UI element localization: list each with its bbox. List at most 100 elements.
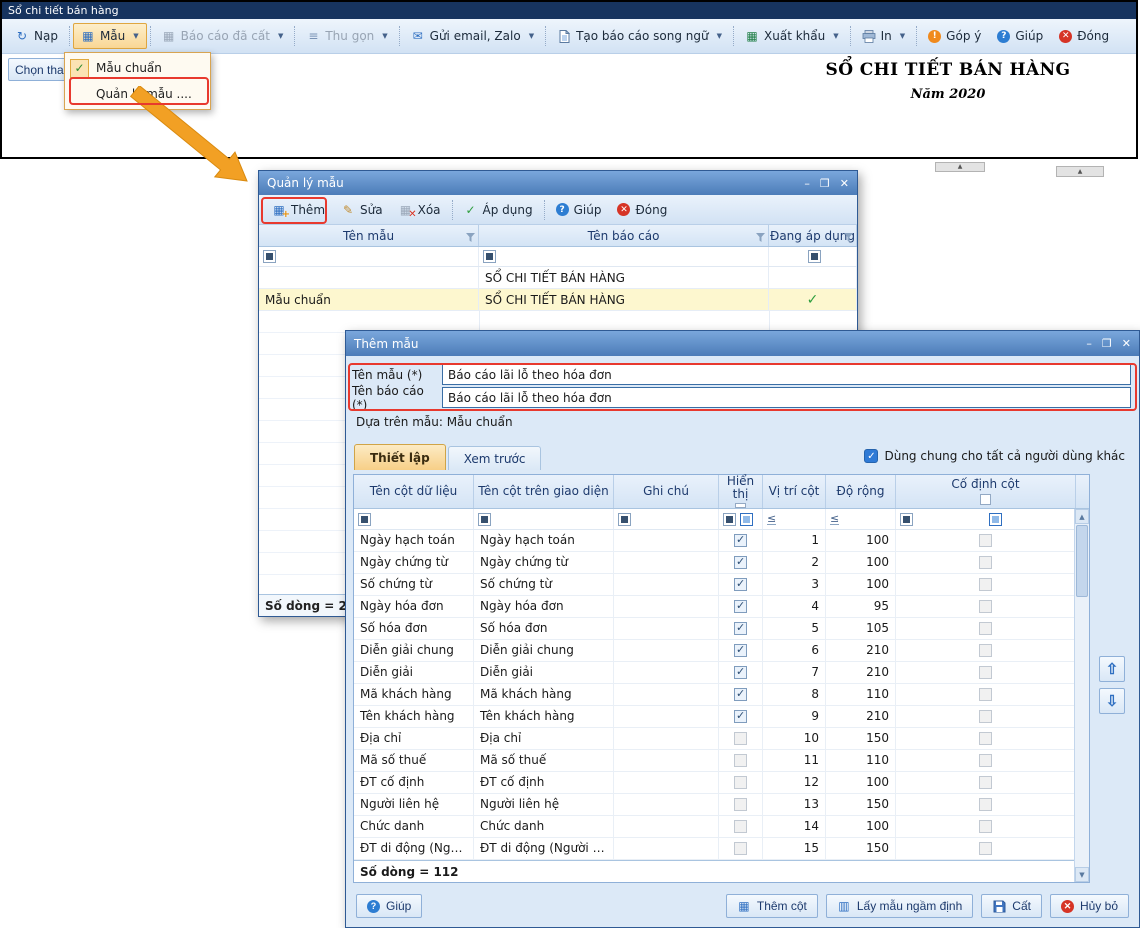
filter-cell[interactable]: ≤ xyxy=(826,509,896,529)
column-header-position[interactable]: Vị trí cột xyxy=(763,475,826,508)
column-header-note[interactable]: Ghi chú xyxy=(614,475,719,508)
template-button[interactable]: ▦ Mẫu ▼ xyxy=(73,23,147,49)
visible-checkbox[interactable] xyxy=(734,732,747,745)
minimize-icon[interactable]: – xyxy=(1086,338,1092,349)
close-icon[interactable]: ✕ xyxy=(840,178,849,189)
filter-cell[interactable] xyxy=(259,247,479,266)
add-titlebar[interactable]: Thêm mẫu – ❐ ✕ xyxy=(346,331,1139,356)
filter-cell[interactable] xyxy=(479,247,769,266)
visible-checkbox[interactable] xyxy=(734,622,747,635)
export-button[interactable]: ▦ Xuất khẩu ▼ xyxy=(737,23,847,49)
column-row[interactable]: Số chứng từSố chứng từ3100 xyxy=(354,574,1089,596)
filter-cell[interactable] xyxy=(354,509,474,529)
maximize-icon[interactable]: ❐ xyxy=(1102,338,1112,349)
visible-checkbox[interactable] xyxy=(734,710,747,723)
column-header-ui-col[interactable]: Tên cột trên giao diện xyxy=(474,475,614,508)
tab-xem-truoc[interactable]: Xem trước xyxy=(448,446,542,470)
fixed-checkbox[interactable] xyxy=(979,556,992,569)
scroll-down-icon[interactable]: ▼ xyxy=(1075,867,1089,882)
delete-template-button[interactable]: ▦✕ Xóa xyxy=(391,199,449,221)
less-equal-filter-icon[interactable]: ≤ xyxy=(767,513,776,525)
visible-checkbox[interactable] xyxy=(734,820,747,833)
fixed-checkbox[interactable] xyxy=(979,798,992,811)
column-header-width[interactable]: Độ rộng xyxy=(826,475,896,508)
filter-cell[interactable] xyxy=(719,509,763,529)
visible-checkbox[interactable] xyxy=(734,688,747,701)
move-row-down-button[interactable]: ⇩ xyxy=(1099,688,1125,714)
save-button[interactable]: Cất xyxy=(981,894,1042,918)
template-row[interactable]: SỔ CHI TIẾT BÁN HÀNG xyxy=(259,267,857,289)
choose-parameters-button[interactable]: Chọn tha xyxy=(8,58,72,81)
template-row[interactable]: Mẫu chuẩnSỔ CHI TIẾT BÁN HÀNG✓ xyxy=(259,289,857,311)
filter-cell[interactable] xyxy=(614,509,719,529)
filter-box-icon[interactable] xyxy=(483,250,496,263)
select-all-visible-checkbox[interactable] xyxy=(735,503,746,508)
ten-mau-input[interactable] xyxy=(442,364,1131,385)
column-header-ten-mau[interactable]: Tên mẫu xyxy=(259,225,479,246)
manage-titlebar[interactable]: Quản lý mẫu – ❐ ✕ xyxy=(259,171,857,195)
feedback-button[interactable]: ! Góp ý xyxy=(920,23,989,49)
column-header-ten-bao-cao[interactable]: Tên báo cáo xyxy=(479,225,769,246)
column-row[interactable]: ĐT cố địnhĐT cố định12100 xyxy=(354,772,1089,794)
filter-box-icon[interactable] xyxy=(989,513,1002,526)
add-help-button[interactable]: ? Giúp xyxy=(356,894,422,918)
menu-item-quan-ly-mau[interactable]: Quản lý mẫu .... xyxy=(67,81,208,107)
close-icon[interactable]: ✕ xyxy=(1122,338,1131,349)
filter-box-icon[interactable] xyxy=(808,250,821,263)
column-row[interactable]: Số hóa đơnSố hóa đơn5105 xyxy=(354,618,1089,640)
main-titlebar[interactable]: Sổ chi tiết bán hàng xyxy=(2,2,1136,19)
bilingual-report-button[interactable]: Tạo báo cáo song ngữ ▼ xyxy=(549,23,730,49)
visible-checkbox[interactable] xyxy=(734,578,747,591)
fixed-checkbox[interactable] xyxy=(979,600,992,613)
share-checkbox[interactable]: ✓ xyxy=(864,449,878,463)
ten-bao-cao-input[interactable] xyxy=(442,387,1131,408)
filter-box-icon[interactable] xyxy=(740,513,753,526)
minimize-icon[interactable]: – xyxy=(804,178,810,189)
manage-close-button[interactable]: ✕ Đóng xyxy=(609,199,675,221)
column-row[interactable]: Ngày hóa đơnNgày hóa đơn495 xyxy=(354,596,1089,618)
visible-checkbox[interactable] xyxy=(734,644,747,657)
column-row[interactable]: ĐT di động (Người liên hệ)ĐT di động (Ng… xyxy=(354,838,1089,860)
column-row[interactable]: Mã khách hàngMã khách hàng8110 xyxy=(354,684,1089,706)
fixed-checkbox[interactable] xyxy=(979,754,992,767)
visible-checkbox[interactable] xyxy=(734,798,747,811)
visible-checkbox[interactable] xyxy=(734,600,747,613)
column-row[interactable]: Người liên hệNgười liên hệ13150 xyxy=(354,794,1089,816)
filter-cell[interactable] xyxy=(896,509,1076,529)
move-row-up-button[interactable]: ⇧ xyxy=(1099,656,1125,682)
column-row[interactable]: Tên khách hàngTên khách hàng9210 xyxy=(354,706,1089,728)
panel-collapse-handle[interactable]: ▲ xyxy=(1056,166,1104,177)
fixed-checkbox[interactable] xyxy=(979,666,992,679)
filter-box-icon[interactable] xyxy=(478,513,491,526)
filter-cell[interactable] xyxy=(474,509,614,529)
print-button[interactable]: In ▼ xyxy=(854,23,914,49)
column-header-data-col[interactable]: Tên cột dữ liệu xyxy=(354,475,474,508)
filter-pin-icon[interactable] xyxy=(844,231,853,245)
filter-box-icon[interactable] xyxy=(618,513,631,526)
panel-collapse-handle[interactable]: ▲ xyxy=(935,162,985,172)
filter-cell[interactable]: ≤ xyxy=(763,509,826,529)
add-template-button[interactable]: ▦+ Thêm xyxy=(264,199,333,221)
visible-checkbox[interactable] xyxy=(734,776,747,789)
share-checkbox-row[interactable]: ✓ Dùng chung cho tất cả người dùng khác xyxy=(864,449,1125,463)
fixed-checkbox[interactable] xyxy=(979,710,992,723)
filter-box-icon[interactable] xyxy=(723,513,736,526)
tab-thiet-lap[interactable]: Thiết lập xyxy=(354,444,446,470)
menu-item-mau-chuan[interactable]: ✓ Mẫu chuẩn xyxy=(67,55,208,81)
column-header-dang-ap-dung[interactable]: Đang áp dụng xyxy=(769,225,857,246)
load-button[interactable]: ↻ Nạp xyxy=(7,23,66,49)
fixed-checkbox[interactable] xyxy=(979,578,992,591)
column-header-fixed[interactable]: Cố định cột xyxy=(896,475,1076,508)
scrollbar-track[interactable] xyxy=(1075,598,1089,867)
column-header-visible[interactable]: Hiển thị xyxy=(719,475,763,508)
maximize-icon[interactable]: ❐ xyxy=(820,178,830,189)
filter-box-icon[interactable] xyxy=(358,513,371,526)
scroll-up-icon[interactable]: ▲ xyxy=(1075,509,1089,524)
select-all-fixed-checkbox[interactable] xyxy=(980,494,991,505)
fixed-checkbox[interactable] xyxy=(979,622,992,635)
apply-template-button[interactable]: ✓ Áp dụng xyxy=(456,199,541,221)
filter-box-icon[interactable] xyxy=(263,250,276,263)
fixed-checkbox[interactable] xyxy=(979,644,992,657)
edit-template-button[interactable]: ✎ Sửa xyxy=(333,199,391,221)
default-template-button[interactable]: ▥ Lấy mẫu ngầm định xyxy=(826,894,973,918)
